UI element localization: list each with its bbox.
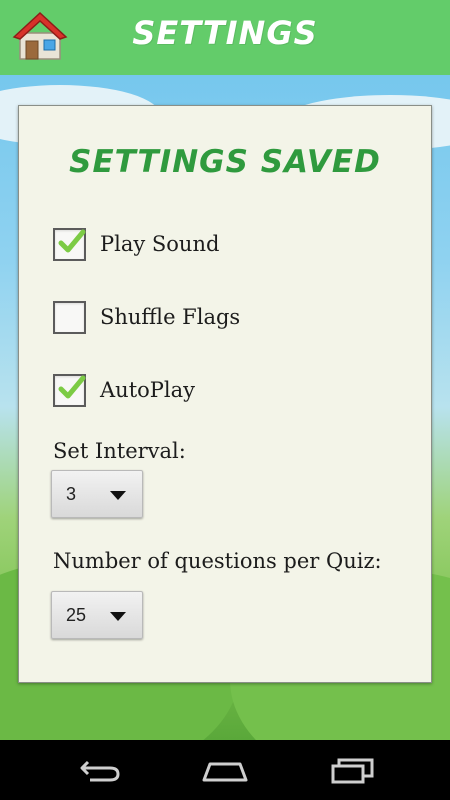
autoplay-label: AutoPlay [100,378,196,402]
settings-saved-heading: SETTINGS SAVED [69,144,381,180]
questions-spinner[interactable]: 25 [51,591,143,639]
recent-apps-icon [331,758,374,784]
back-icon [80,760,120,782]
checkmark-icon [58,229,86,252]
autoplay-option[interactable]: AutoPlay [53,372,195,408]
home-nav-icon [202,762,248,782]
back-button[interactable] [76,754,126,786]
shuffle-flags-checkbox[interactable] [53,300,86,334]
questions-per-quiz-label: Number of questions per Quiz: [53,549,382,573]
questions-value: 25 [66,605,87,625]
system-nav-bar [0,740,450,800]
shuffle-flags-option[interactable]: Shuffle Flags [53,299,240,335]
autoplay-checkbox[interactable] [53,373,86,407]
play-sound-label: Play Sound [100,232,220,256]
dropdown-arrow-icon [110,612,126,621]
recent-apps-button[interactable] [328,754,378,786]
interval-spinner[interactable]: 3 [51,470,143,518]
dropdown-arrow-icon [110,491,126,500]
settings-panel: SETTINGS SAVED Play Sound Shuffle Flags … [18,105,432,683]
interval-value: 3 [66,484,77,504]
set-interval-label: Set Interval: [53,439,186,463]
shuffle-flags-label: Shuffle Flags [100,305,241,329]
page-title: SETTINGS [132,14,318,52]
home-nav-button[interactable] [200,754,250,786]
checkmark-icon [58,375,86,398]
top-bar: SETTINGS [0,0,450,75]
play-sound-checkbox[interactable] [53,227,86,261]
play-sound-option[interactable]: Play Sound [53,226,219,262]
